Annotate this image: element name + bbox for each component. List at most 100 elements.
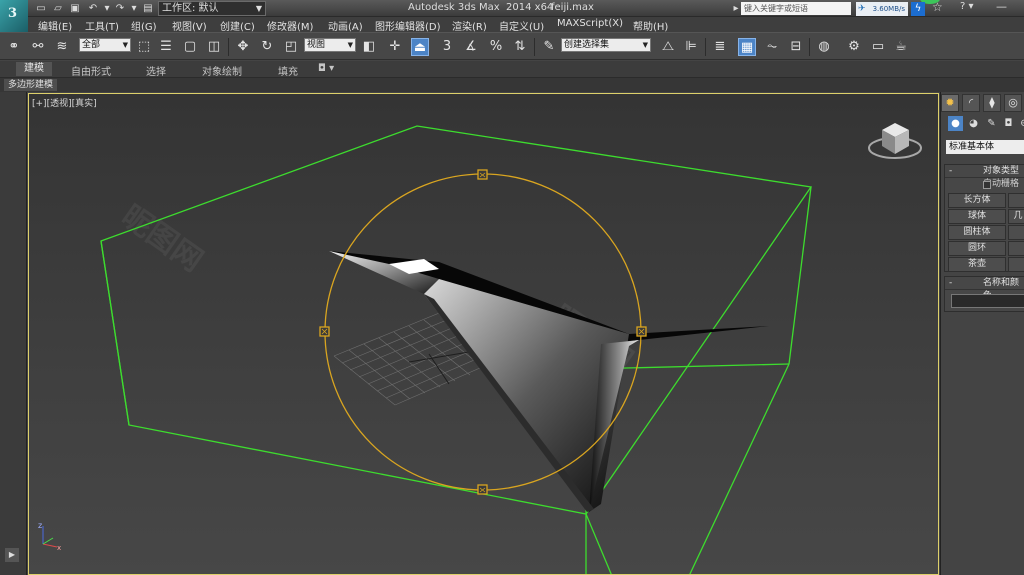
menu-customize[interactable]: 自定义(U) [499, 18, 544, 33]
tab-modeling[interactable]: 建模 [16, 62, 52, 76]
menu-tools[interactable]: 工具(T) [85, 18, 119, 33]
flash-icon[interactable]: ϟ [911, 2, 925, 16]
object-name-input[interactable] [951, 294, 1024, 308]
star-icon[interactable]: ☆ [932, 0, 943, 14]
tab-freeform[interactable]: 自由形式 [71, 63, 111, 78]
polygon-modeling-panel[interactable]: 多边形建模 [4, 79, 58, 91]
reference-coordinate-dropdown[interactable]: 视图 ▼ [304, 38, 356, 52]
render-setup-icon[interactable]: ⚙ [845, 38, 863, 56]
render-production-icon[interactable]: ☕ [892, 38, 910, 56]
menu-create[interactable]: 创建(C) [220, 18, 255, 33]
tab-populate[interactable]: 填充 [278, 63, 298, 78]
teapot-button[interactable]: 茶壶 [948, 257, 1006, 272]
menu-help[interactable]: 帮助(H) [633, 18, 668, 33]
modify-tab-icon[interactable]: ◜ [962, 94, 980, 112]
torus-button[interactable]: 圆环 [948, 241, 1006, 256]
help-button[interactable]: ? ▾ [960, 1, 974, 12]
select-by-name-icon[interactable]: ☰ [157, 38, 175, 56]
menu-modifiers[interactable]: 修改器(M) [267, 18, 313, 33]
collapse-icon: - [949, 278, 953, 288]
autogrid-checkbox[interactable]: 自动栅格 [945, 178, 1024, 191]
redo-icon[interactable]: ↷ [113, 1, 127, 16]
redo-dropdown-icon[interactable]: ▾ [127, 1, 141, 16]
mirror-icon[interactable]: ⧍ [659, 38, 677, 56]
edit-named-selection-icon[interactable]: ✎ [540, 38, 558, 56]
name-and-color-header[interactable]: - 名称和颜色 [945, 277, 1024, 301]
box-button[interactable]: 长方体 [948, 193, 1006, 208]
checkbox-icon[interactable] [983, 181, 991, 189]
select-manipulate-icon[interactable]: ✛ [386, 38, 404, 56]
tube-button[interactable] [1008, 225, 1024, 240]
hierarchy-tab-icon[interactable]: ⧫ [983, 94, 1001, 112]
menu-rendering[interactable]: 渲染(R) [452, 18, 487, 33]
selection-filter-dropdown[interactable]: 全部 ▼ [79, 38, 131, 52]
geometry-icon[interactable]: ● [948, 116, 963, 131]
material-editor-icon[interactable]: ◍ [815, 38, 833, 56]
pivot-center-icon[interactable]: ◧ [360, 38, 378, 56]
menu-maxscript[interactable]: MAXScript(X) [557, 18, 623, 29]
undo-icon[interactable]: ↶ [86, 1, 100, 16]
plane-button[interactable] [1008, 257, 1024, 272]
schematic-view-icon[interactable]: ⊟ [787, 38, 805, 56]
app-logo[interactable] [0, 0, 28, 32]
open-file-icon[interactable]: ▱ [51, 1, 65, 16]
percent-snap-icon[interactable]: % [487, 38, 505, 56]
axis-tripod: z x [38, 521, 61, 552]
workspace-dropdown[interactable]: 工作区: 默认 ▼ [158, 1, 266, 16]
curve-editor-icon[interactable]: ⏦ [763, 38, 781, 56]
link-icon[interactable]: ⚭ [5, 38, 23, 56]
menu-animation[interactable]: 动画(A) [328, 18, 363, 33]
viewport-label[interactable]: [+][透视][真实] [32, 96, 97, 109]
undo-dropdown-icon[interactable]: ▾ [100, 1, 114, 16]
search-input[interactable]: 键入关键字或短语 [741, 2, 851, 15]
select-object-icon[interactable]: ⬚ [135, 38, 153, 56]
menu-graph-editors[interactable]: 图形编辑器(D) [375, 18, 441, 33]
cameras-icon[interactable]: ◘ [1001, 116, 1016, 131]
command-panel-tabs: ✹ ◜ ⧫ ◎ [941, 94, 1024, 112]
motion-tab-icon[interactable]: ◎ [1004, 94, 1022, 112]
bind-space-warp-icon[interactable]: ≋ [53, 38, 71, 56]
align-icon[interactable]: ⊫ [682, 38, 700, 56]
graphite-toolbar-icon[interactable]: ▦ [738, 38, 756, 56]
shapes-icon[interactable]: ◕ [966, 116, 981, 131]
hold-icon[interactable]: ▤ [141, 1, 155, 16]
sphere-button[interactable]: 球体 [948, 209, 1006, 224]
tab-object-paint[interactable]: 对象绘制 [202, 63, 242, 78]
geosphere-button[interactable]: 几 [1008, 209, 1024, 224]
pyramid-button[interactable] [1008, 241, 1024, 256]
ribbon-panel-bar: 多边形建模 [0, 78, 1024, 92]
menu-group[interactable]: 组(G) [131, 18, 157, 33]
category-dropdown[interactable]: 标准基本体 [946, 140, 1024, 154]
layer-manager-icon[interactable]: ≣ [711, 38, 729, 56]
ribbon-options-icon[interactable]: ◘ ▾ [318, 63, 334, 74]
tab-selection[interactable]: 选择 [146, 63, 166, 78]
spinner-snap-icon[interactable]: ⇅ [511, 38, 529, 56]
window-crossing-icon[interactable]: ◫ [205, 38, 223, 56]
new-file-icon[interactable]: ▭ [34, 1, 48, 16]
perspective-viewport[interactable]: 昵图网 昵图网 [28, 93, 939, 575]
cone-button[interactable] [1008, 193, 1024, 208]
object-type-header[interactable]: - 对象类型 [945, 165, 1024, 178]
minimize-icon[interactable]: — [996, 0, 1007, 13]
keyboard-shortcut-override-icon[interactable]: ⏏ [411, 38, 429, 56]
helpers-icon[interactable]: ⊕ [1017, 116, 1024, 131]
create-tab-icon[interactable]: ✹ [941, 94, 959, 112]
rectangle-selection-icon[interactable]: ▢ [181, 38, 199, 56]
rendered-frame-window-icon[interactable]: ▭ [869, 38, 887, 56]
viewcube[interactable] [868, 123, 922, 159]
net-speed-value: 3.60MB/s [872, 5, 905, 13]
lights-icon[interactable]: ✎ [984, 116, 999, 131]
menu-views[interactable]: 视图(V) [172, 18, 207, 33]
angle-snap-icon[interactable]: ∡ [462, 38, 480, 56]
expand-arrow-icon[interactable]: ▶ [5, 548, 19, 562]
unlink-icon[interactable]: ⚯ [29, 38, 47, 56]
snaps-toggle-icon[interactable]: 3 [438, 38, 456, 56]
save-icon[interactable]: ▣ [68, 1, 82, 16]
scale-icon[interactable]: ◰ [282, 38, 300, 56]
cylinder-button[interactable]: 圆柱体 [948, 225, 1006, 240]
rotate-icon[interactable]: ↻ [258, 38, 276, 56]
chevron-down-icon: ▼ [122, 41, 128, 49]
move-icon[interactable]: ✥ [234, 38, 252, 56]
named-selection-dropdown[interactable]: 创建选择集 ▼ [561, 38, 651, 52]
menu-edit[interactable]: 编辑(E) [38, 18, 72, 33]
